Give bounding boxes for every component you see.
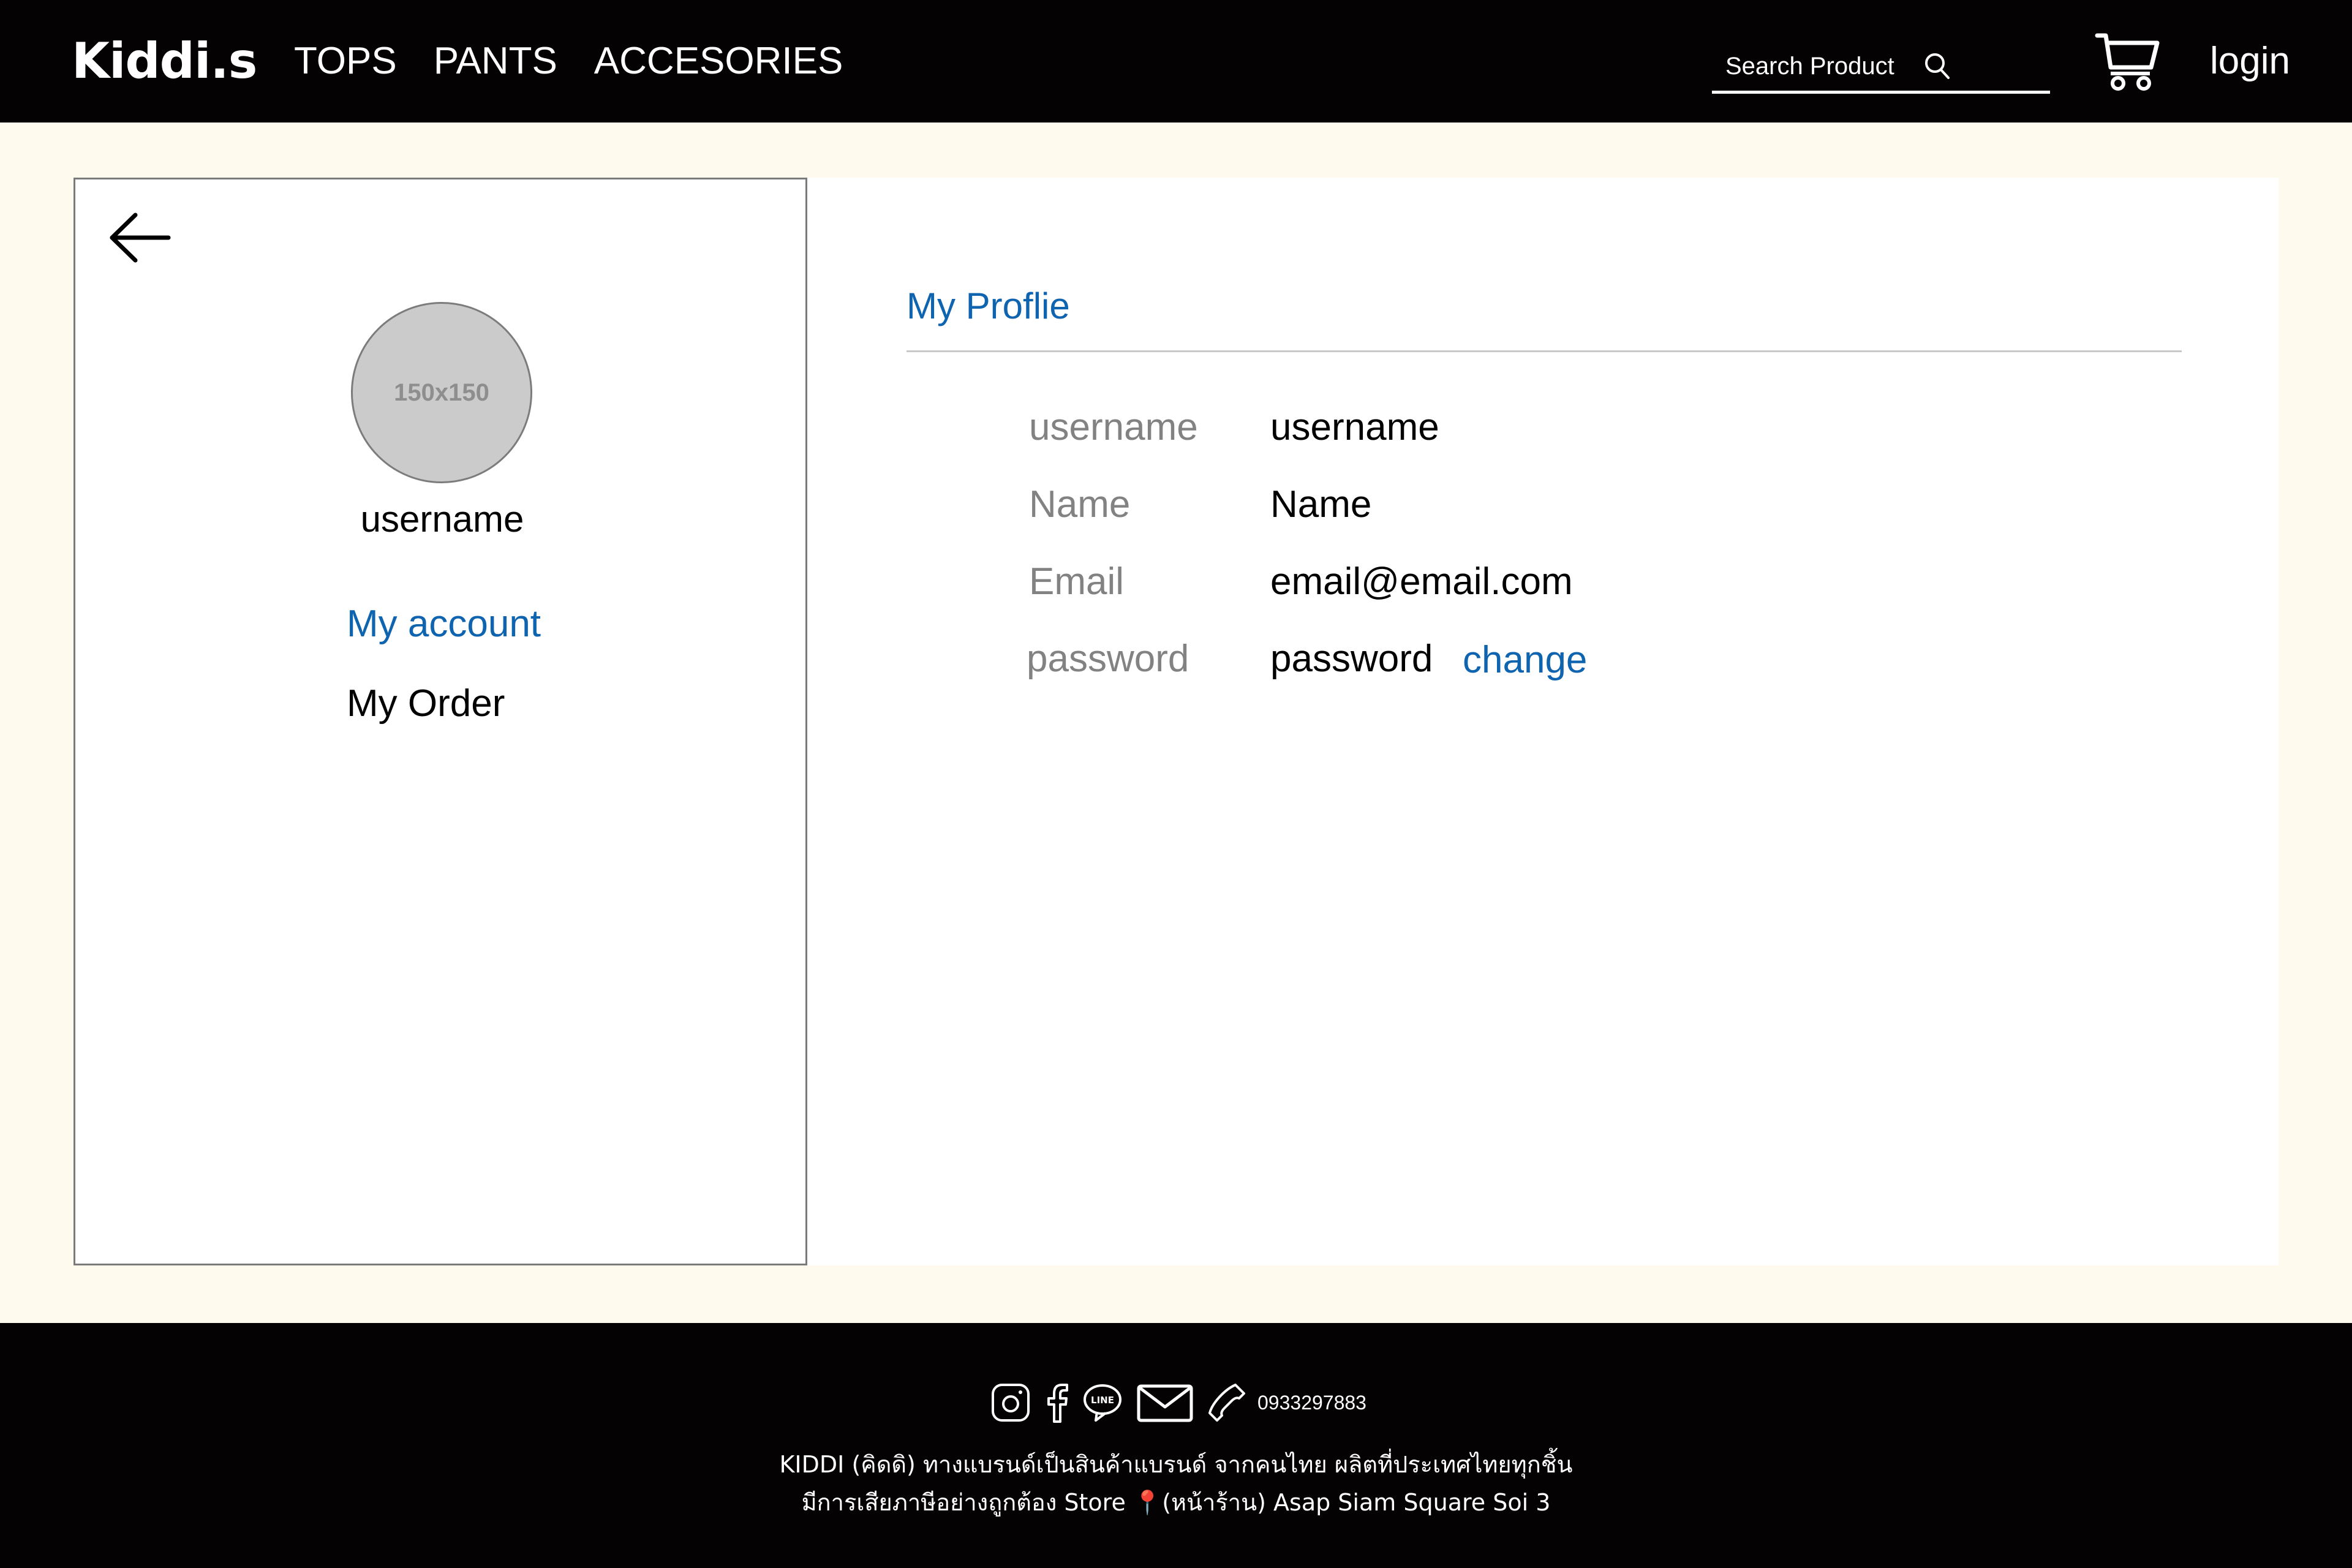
main-nav: TOPS PANTS ACCESORIES xyxy=(294,37,843,86)
phone-number[interactable]: 0933297883 xyxy=(1257,1392,1366,1414)
nav-tops[interactable]: TOPS xyxy=(294,37,397,86)
avatar-placeholder-text: 150x150 xyxy=(394,379,489,406)
svg-text:LINE: LINE xyxy=(1091,1395,1114,1406)
password-value: password xyxy=(1270,638,1433,680)
brand-logo[interactable]: Kiddi.s xyxy=(72,31,257,92)
username-value: username xyxy=(1270,406,1439,448)
cart-icon[interactable] xyxy=(2095,31,2162,92)
password-label: password xyxy=(1027,638,1189,680)
nav-accesories[interactable]: ACCESORIES xyxy=(594,37,843,86)
search-bar xyxy=(1712,42,2050,94)
search-input[interactable] xyxy=(1712,51,1917,81)
profile-panel: My Proflie username username Name Name E… xyxy=(807,178,2278,1265)
page-title: My Proflie xyxy=(907,285,1070,326)
email-value: email@email.com xyxy=(1270,560,1573,603)
change-password-link[interactable]: change xyxy=(1463,638,1587,682)
back-arrow-icon[interactable] xyxy=(106,210,173,265)
footer: LINE 0933297883 KIDDI (คิดดิ) ทางแบรนด์เ… xyxy=(0,1323,2352,1568)
footer-description: KIDDI (คิดดิ) ทางแบรนด์เป็นสินค้าแบรนด์ … xyxy=(779,1451,1573,1478)
line-icon[interactable]: LINE xyxy=(1081,1381,1124,1424)
divider xyxy=(907,350,2182,352)
account-sidebar: 150x150 username My account My Order xyxy=(74,178,807,1265)
sidebar-item-my-account[interactable]: My account xyxy=(347,602,541,646)
facebook-icon[interactable] xyxy=(1044,1381,1069,1424)
login-link[interactable]: login xyxy=(2210,37,2290,86)
search-icon[interactable] xyxy=(1921,51,1952,81)
username-label: username xyxy=(1029,406,1198,448)
mail-icon[interactable] xyxy=(1136,1381,1194,1424)
name-label: Name xyxy=(1029,483,1131,526)
footer-address: มีการเสียภาษีอย่างถูกต้อง Store 📍(หน้าร้… xyxy=(801,1489,1551,1516)
email-label: Email xyxy=(1029,560,1125,603)
sidebar-username: username xyxy=(360,499,524,540)
instagram-icon[interactable] xyxy=(989,1381,1032,1424)
name-value: Name xyxy=(1270,483,1372,526)
sidebar-item-my-order[interactable]: My Order xyxy=(347,682,505,725)
social-links: LINE 0933297883 xyxy=(989,1378,1366,1427)
nav-pants[interactable]: PANTS xyxy=(434,37,557,86)
top-navbar: Kiddi.s TOPS PANTS ACCESORIES login xyxy=(0,0,2352,123)
avatar: 150x150 xyxy=(351,302,532,483)
phone-icon[interactable] xyxy=(1206,1381,1249,1424)
